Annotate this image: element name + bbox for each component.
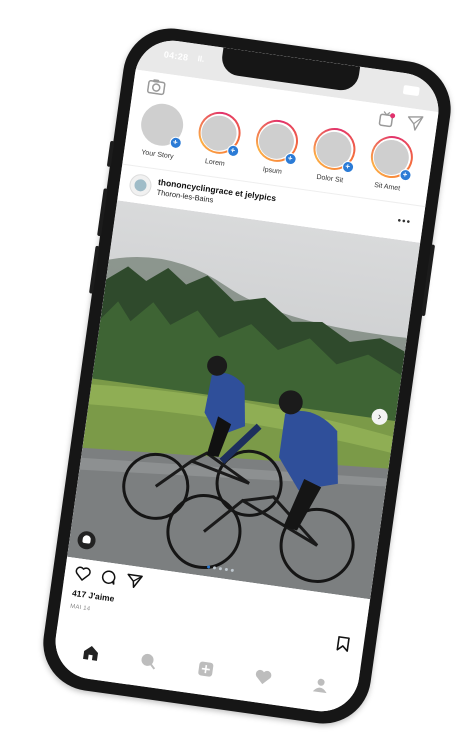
search-icon[interactable] [138,650,159,675]
add-post-icon[interactable] [195,658,216,683]
heart-icon[interactable] [73,565,92,587]
cycling-photo [67,200,421,600]
carousel-dot [230,568,235,573]
carousel-dot [212,566,217,570]
activity-icon[interactable] [252,667,273,692]
status-time: 04:28 [163,49,189,63]
battery-icon [402,85,420,97]
camera-icon[interactable] [146,77,167,100]
power-button [421,244,436,317]
stage: 04:28 Il. + Your Story + Lorem + Ipsum +… [0,0,472,737]
volume-up-button [97,188,108,237]
add-story-icon[interactable]: + [168,135,183,150]
story-ring: + [252,117,301,166]
story-label: Ipsum [262,166,283,176]
silent-switch [106,140,115,168]
post-author-avatar[interactable] [128,172,153,198]
story-ring: + [310,125,358,174]
bookmark-icon[interactable] [335,635,351,658]
igtv-icon[interactable] [377,110,396,133]
story-dolor-sit[interactable]: + Dolor Sit [305,125,361,196]
story-badge-icon: + [398,168,412,182]
story-badge-icon: + [340,160,355,174]
story-ring: + [367,133,416,182]
home-icon[interactable] [80,642,101,667]
direct-message-icon[interactable] [405,114,424,137]
story-sit-amet[interactable]: + Sit Amet [362,133,418,204]
carousel-dot [218,566,223,571]
story-label: Dolor Sit [315,173,344,185]
story-ring: + [137,100,186,150]
story-label: Your Story [140,149,174,161]
story-badge-icon: + [283,152,297,166]
phone-screen: 04:28 Il. + Your Story + Lorem + Ipsum +… [50,35,444,717]
profile-icon[interactable] [310,675,331,700]
share-icon[interactable] [125,572,144,594]
signal-indicator: Il. [197,54,205,64]
more-options-icon[interactable]: ••• [397,215,412,228]
story-label: Lorem [204,158,226,168]
phone-frame: 04:28 Il. + Your Story + Lorem + Ipsum +… [37,22,457,730]
story-ipsum[interactable]: + Ipsum [247,117,303,188]
carousel-dot [206,565,211,569]
story-label: Sit Amet [373,181,401,193]
volume-down-button [88,245,100,294]
story-your-story[interactable]: + Your Story [132,100,188,172]
post-date: MAI 14 [69,603,91,613]
comment-icon[interactable] [99,569,118,591]
story-badge-icon: + [225,144,240,158]
post-photo[interactable]: › [67,200,421,600]
story-lorem[interactable]: + Lorem [190,109,246,180]
avatar-image [133,178,148,193]
story-ring: + [195,109,243,158]
bottom-nav [50,626,361,717]
carousel-dot [224,567,229,572]
